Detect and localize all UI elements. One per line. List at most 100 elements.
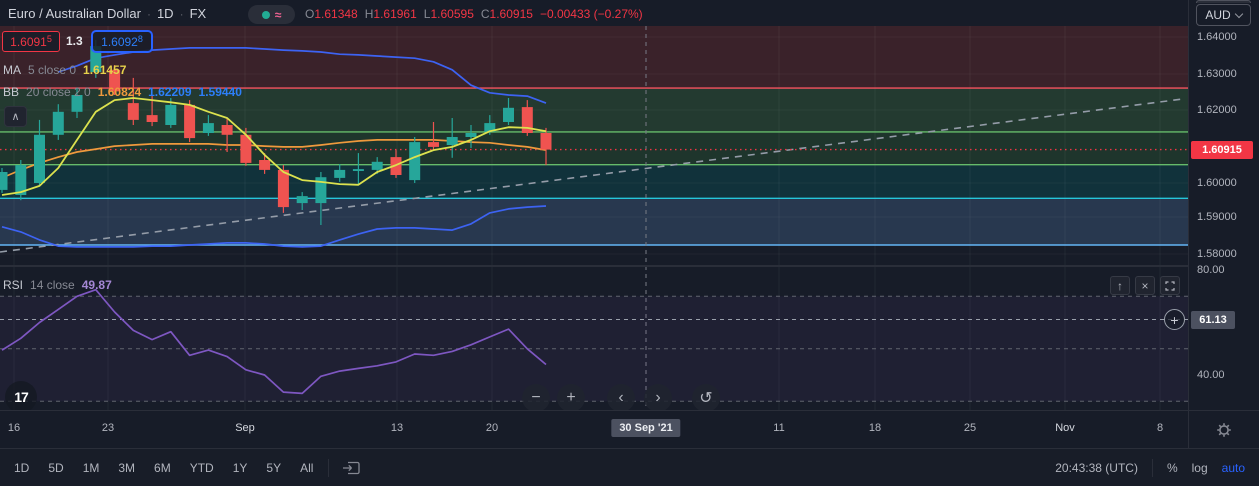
range-button-5d[interactable]: 5D: [45, 459, 66, 477]
horizontal-line-add-handle[interactable]: +: [1164, 309, 1185, 330]
range-button-ytd[interactable]: YTD: [187, 459, 217, 477]
ohlc-item: O1.61348: [305, 7, 358, 21]
rsi-params: 14 close: [30, 278, 75, 292]
candle: [202, 123, 214, 133]
candle: [296, 196, 308, 204]
ratio-label: 1.3: [66, 34, 83, 48]
ma-indicator-legend[interactable]: MA 5 close 0 1.61457: [3, 63, 126, 77]
pulse-wave-icon: ≈: [274, 7, 282, 22]
axis-price-label: 1.59000: [1197, 211, 1237, 223]
log-scale-button[interactable]: log: [1192, 461, 1208, 475]
price-label-blue[interactable]: 1.6092 8: [91, 30, 153, 53]
symbol-header: Euro / Australian Dollar · 1D · FX: [8, 6, 206, 21]
percent-scale-button[interactable]: %: [1167, 461, 1178, 475]
last-price-badge: 1.60915: [1191, 141, 1253, 159]
plus-icon: +: [1170, 311, 1179, 328]
symbol-title[interactable]: Euro / Australian Dollar: [8, 6, 141, 21]
ma-name: MA: [3, 63, 21, 77]
chart-canvas[interactable]: [0, 0, 1188, 410]
time-axis[interactable]: 16 23 Sep 13 20 11 18 25 Nov 8 30 Sep '21: [0, 410, 1188, 448]
scroll-right-button[interactable]: ›: [644, 384, 672, 412]
candle: [0, 172, 8, 190]
bb-params: 20 close 2 0: [26, 85, 91, 99]
time-tick: Sep: [235, 422, 255, 434]
currency-label: AUD: [1205, 8, 1231, 22]
tradingview-logo[interactable]: 17: [5, 381, 37, 413]
axis-price-label: 1.63000: [1197, 68, 1237, 80]
bb-name: BB: [3, 85, 20, 99]
change-readout: −0.00433 (−0.27%): [539, 7, 643, 21]
rsi-indicator-legend[interactable]: RSI 14 close 49.87: [3, 278, 112, 292]
axis-price-label: 80.00: [1197, 264, 1225, 276]
axis-settings-corner[interactable]: [1188, 410, 1259, 448]
tv-logo-glyph: 17: [14, 389, 29, 405]
candle: [503, 107, 514, 122]
time-tick: 11: [773, 422, 785, 434]
axis-price-label: 1.58000: [1197, 248, 1237, 260]
candle: [371, 161, 383, 170]
currency-unit-dropdown[interactable]: AUD: [1196, 4, 1251, 26]
rsi-value: 49.87: [81, 278, 112, 292]
candle: [221, 125, 233, 135]
ma-value: 1.61457: [83, 63, 127, 77]
chevron-up-icon: ∧: [11, 111, 20, 123]
range-button-1m[interactable]: 1M: [80, 459, 103, 477]
pane-move-up-button[interactable]: ↑: [1110, 276, 1130, 295]
zoom-in-button[interactable]: +: [557, 384, 585, 412]
auto-scale-button[interactable]: auto: [1222, 461, 1245, 475]
clipped-element: [1196, 0, 1251, 3]
range-button-3m[interactable]: 3M: [115, 459, 138, 477]
ma-params: 5 close 0: [28, 63, 77, 77]
bb-upper-value: 1.62209: [148, 85, 192, 99]
go-to-date-button[interactable]: [341, 458, 362, 478]
scroll-left-button[interactable]: ‹: [607, 384, 635, 412]
pane-close-button[interactable]: ×: [1135, 276, 1155, 295]
market-status-pill[interactable]: ≈: [248, 5, 295, 24]
candle: [540, 133, 552, 150]
time-tick: 20: [485, 422, 499, 434]
calendar-goto-icon: [343, 461, 361, 474]
clock-utc[interactable]: 20:43:38 (UTC): [1055, 461, 1138, 475]
date-range-buttons: 1D 5D 1M 3M 6M YTD 1Y 5Y All: [0, 459, 316, 477]
rsi-pane-controls: ↑ ×: [1110, 276, 1180, 295]
axis-price-label: 1.60000: [1197, 177, 1237, 189]
reset-icon: ↺: [699, 390, 713, 407]
range-button-1d[interactable]: 1D: [11, 459, 32, 477]
candle: [52, 111, 64, 135]
candle: [352, 169, 364, 171]
time-tick: 18: [868, 422, 882, 434]
maximize-icon: [1165, 280, 1175, 291]
time-tick: 13: [390, 422, 404, 434]
interval-label[interactable]: 1D: [157, 6, 174, 21]
zoom-out-button[interactable]: −: [522, 384, 550, 412]
price-label-red[interactable]: 1.6091 5: [2, 31, 60, 52]
price-axis[interactable]: 1.64000 1.63000 1.62000 1.60000 1.59000 1.580…: [1188, 0, 1259, 410]
range-button-6m[interactable]: 6M: [151, 459, 174, 477]
candle: [165, 104, 177, 125]
candle: [428, 142, 439, 147]
pane-maximize-button[interactable]: [1160, 276, 1180, 295]
candle: [34, 134, 45, 183]
ohlc-readout: O1.61348 H1.61961 L1.60595 C1.60915 −0.00433…: [305, 7, 643, 21]
price-label-red-value: 1.6091: [10, 34, 47, 49]
rsi-name: RSI: [3, 278, 24, 292]
live-status-icon: [261, 10, 270, 19]
rsi-line-badge: 61.13: [1191, 311, 1235, 329]
candle: [446, 137, 458, 145]
trading-chart-window: Euro / Australian Dollar · 1D · FX ≈ O1.…: [0, 0, 1259, 486]
range-button-1y[interactable]: 1Y: [230, 459, 251, 477]
range-button-all[interactable]: All: [297, 459, 316, 477]
candle: [259, 160, 271, 170]
range-button-5y[interactable]: 5Y: [263, 459, 284, 477]
axis-price-label: 40.00: [1197, 369, 1225, 381]
reset-view-button[interactable]: ↺: [692, 384, 720, 412]
candle: [146, 115, 158, 122]
ohlc-item: C1.60915: [480, 7, 533, 21]
axis-price-label: 1.64000: [1197, 31, 1237, 43]
bb-indicator-legend[interactable]: BB 20 close 2 0 1.60824 1.62209 1.59440: [3, 85, 242, 99]
candle: [277, 169, 289, 208]
legend-collapse-button[interactable]: ∧: [4, 106, 27, 127]
exchange-label[interactable]: FX: [190, 6, 207, 21]
toolbar-divider: [328, 458, 330, 477]
candle: [465, 133, 477, 137]
